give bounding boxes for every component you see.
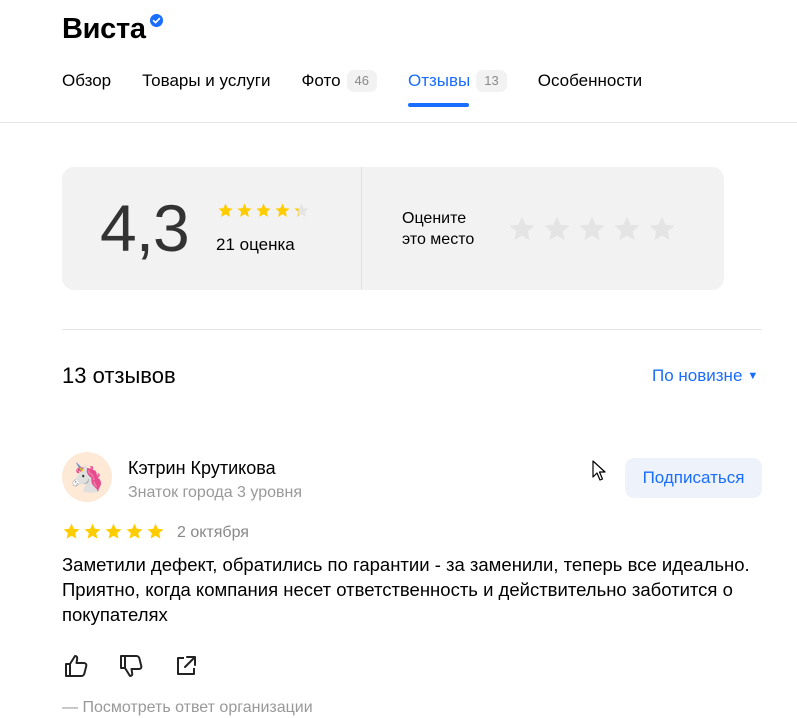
- thumbs-up-icon[interactable]: [62, 652, 90, 680]
- rate-star-icon[interactable]: [647, 214, 677, 244]
- review-stars: [62, 522, 167, 541]
- rate-star-icon[interactable]: [507, 214, 537, 244]
- rate-star-icon[interactable]: [612, 214, 642, 244]
- avatar[interactable]: 🦄: [62, 452, 112, 502]
- org-header: Виста Обзор Товары и услуги Фото 46 Отзыв…: [0, 0, 797, 123]
- thumbs-down-icon[interactable]: [117, 652, 145, 680]
- review-author-level: Знаток города 3 уровня: [128, 484, 303, 501]
- org-title: Виста: [62, 10, 163, 48]
- rating-summary-card: 4,3 21 оценка Оцените это место: [62, 167, 724, 290]
- rating-summary: 4,3 21 оценка: [62, 167, 362, 290]
- tab-reviews[interactable]: Отзывы 13: [408, 66, 507, 107]
- star-icon: [218, 203, 233, 217]
- tab-label: Фото: [301, 71, 341, 90]
- review-text: Заметили дефект, обратились по гарантии …: [62, 554, 750, 625]
- tab-label: Товары и услуги: [142, 71, 271, 90]
- star-icon: [256, 203, 271, 217]
- star-icon: [275, 203, 290, 217]
- star-icon: [237, 203, 252, 217]
- sort-dropdown[interactable]: По новизне ▼: [652, 364, 758, 388]
- subscribe-button[interactable]: Подписаться: [625, 458, 762, 498]
- star-icon: [294, 203, 309, 217]
- rate-prompt: Оцените это место: [402, 208, 474, 250]
- tab-label: Отзывы: [408, 71, 471, 90]
- tab-bar: Обзор Товары и услуги Фото 46 Отзывы 13 Ос…: [62, 66, 673, 107]
- tab-count-badge: 13: [476, 70, 507, 92]
- star-icon: [63, 523, 80, 539]
- review-date: 2 октября: [177, 524, 249, 541]
- tab-overview[interactable]: Обзор: [62, 66, 111, 96]
- caret-down-icon: ▼: [747, 370, 759, 382]
- review-actions: [62, 652, 227, 680]
- star-icon: [84, 523, 101, 539]
- rating-count: 21 оценка: [216, 235, 295, 254]
- star-icon: [105, 523, 122, 539]
- tab-products-services[interactable]: Товары и услуги: [142, 66, 270, 96]
- tab-label: Обзор: [62, 71, 112, 90]
- tab-count-badge: 46: [346, 70, 377, 92]
- reviews-heading: 13 отзывов: [62, 363, 176, 388]
- tab-photos[interactable]: Фото 46: [301, 66, 377, 96]
- tab-label: Особенности: [537, 71, 643, 90]
- rating-value: 4,3: [100, 191, 190, 265]
- rate-stars-input[interactable]: [507, 214, 682, 244]
- mouse-cursor-icon: [592, 460, 606, 481]
- review-author-name[interactable]: Кэтрин Крутикова: [128, 456, 276, 480]
- org-name: Виста: [62, 13, 146, 45]
- tab-features[interactable]: Особенности: [538, 66, 642, 96]
- rate-prompt-line: это место: [402, 231, 475, 248]
- rating-stars: [217, 202, 312, 219]
- divider: [62, 329, 762, 330]
- org-reply-link[interactable]: — Посмотреть ответ организации: [62, 698, 313, 718]
- rate-star-icon[interactable]: [577, 214, 607, 244]
- star-icon: [147, 523, 164, 539]
- rate-prompt-line: Оцените: [402, 210, 467, 227]
- rate-star-icon[interactable]: [542, 214, 572, 244]
- verified-badge-icon: [149, 14, 163, 27]
- unicorn-avatar-icon: 🦄: [69, 461, 105, 493]
- sort-label: По новизне: [652, 366, 743, 385]
- share-icon[interactable]: [172, 652, 200, 680]
- star-icon: [126, 523, 143, 539]
